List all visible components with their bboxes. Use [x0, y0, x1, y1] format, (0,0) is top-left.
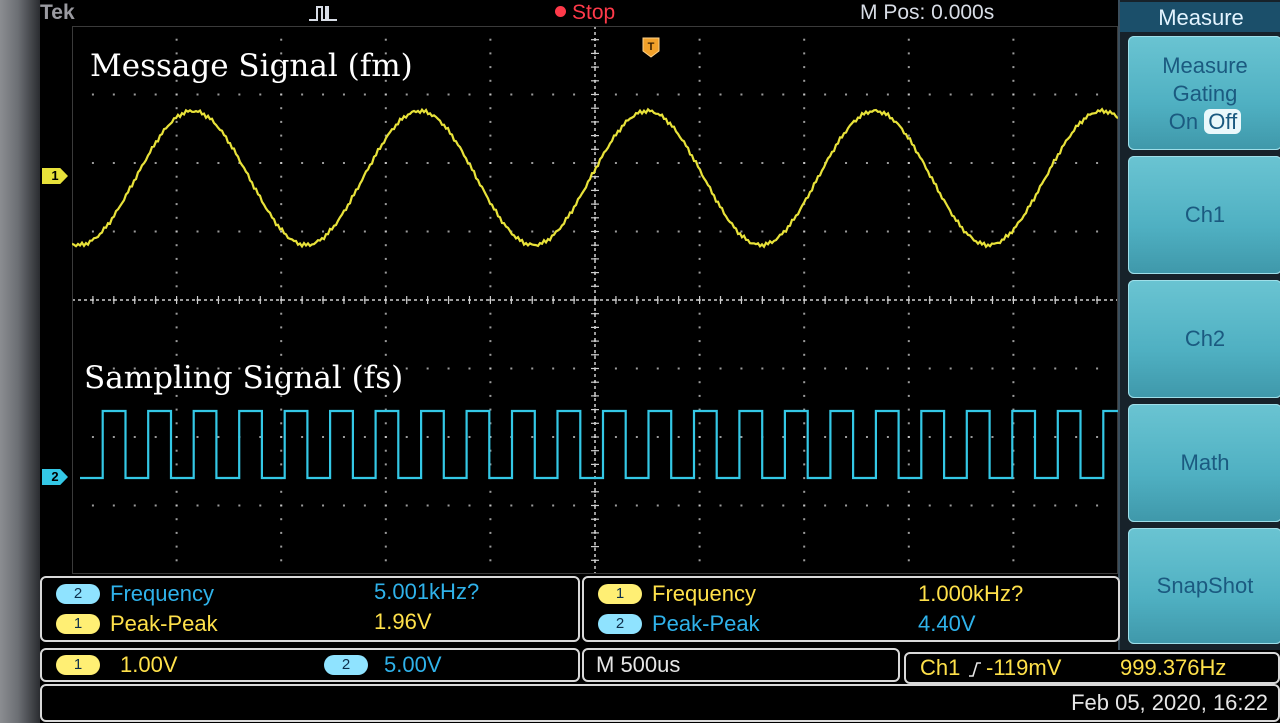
timebase-readout[interactable]: M 500us: [596, 652, 680, 678]
message-signal-label: Message Signal (fm): [90, 48, 413, 84]
channel-badge: 2: [56, 584, 100, 604]
ch2-scale-badge: 2: [324, 655, 368, 675]
trigger-level[interactable]: -119mV: [986, 655, 1061, 681]
measurement-name: Frequency: [652, 581, 756, 606]
measurement-value: 5.001kHz?: [374, 579, 480, 604]
date-time: Feb 05, 2020, 16:22: [1071, 690, 1268, 715]
channel-badge: 1: [56, 614, 100, 634]
ch2-scale[interactable]: 5.00V: [384, 652, 442, 678]
ch1-scale[interactable]: 1.00V: [120, 652, 178, 678]
measurement-name: Peak-Peak: [652, 611, 760, 636]
ch2-waveform: [80, 409, 1118, 480]
gating-off-option[interactable]: Off: [1204, 109, 1242, 134]
measurement-value: 1.96V: [374, 609, 432, 634]
measurement-panel-right: 1 Frequency 1.000kHz? 2 Peak-Peak 4.40V: [582, 576, 1120, 642]
snapshot-button[interactable]: SnapShot: [1128, 528, 1280, 644]
channel-badge: 2: [598, 614, 642, 634]
gating-label-line2: Gating: [1172, 81, 1238, 106]
svg-text:T: T: [648, 41, 655, 53]
trigger-type-icon: [309, 6, 337, 21]
sampling-signal-label: Sampling Signal (fs): [84, 360, 404, 396]
vertical-scale-panel: 1 1.00V 2 5.00V: [40, 648, 580, 682]
scope-bezel: [0, 0, 40, 723]
trigger-panel: Ch1 -119mV 999.376Hz: [904, 652, 1280, 684]
trigger-frequency: 999.376Hz: [1120, 655, 1227, 680]
rising-edge-icon: [969, 662, 981, 677]
top-status-bar: Tek Stop M Pos: 0.000s: [40, 0, 1118, 26]
trigger-position-marker: T: [642, 37, 660, 58]
brand-label: Tek: [40, 1, 75, 24]
measurement-value: 4.40V: [918, 611, 976, 636]
math-measure-button[interactable]: Math: [1128, 404, 1280, 522]
date-bar: Feb 05, 2020, 16:22: [40, 684, 1280, 722]
menu-title: Measure: [1120, 2, 1280, 32]
graticule: [72, 26, 1118, 574]
measurement-panel-left: 2 Frequency 5.001kHz? 1 Peak-Peak 1.96V: [40, 576, 580, 642]
channel-badge: 1: [598, 584, 642, 604]
measurement-name: Frequency: [110, 581, 214, 606]
horizontal-position-readout: M Pos: 0.000s: [860, 1, 995, 24]
measure-menu: Measure Measure Gating On Off Ch1 Ch2 Ma…: [1118, 0, 1280, 650]
ch1-scale-badge: 1: [56, 655, 100, 675]
ch2-measure-button[interactable]: Ch2: [1128, 280, 1280, 398]
measurement-value: 1.000kHz?: [918, 581, 1024, 606]
gating-label-line1: Measure: [1162, 53, 1248, 78]
gating-on-option[interactable]: On: [1169, 109, 1198, 134]
ch1-measure-button[interactable]: Ch1: [1128, 156, 1280, 274]
measure-gating-button[interactable]: Measure Gating On Off: [1128, 36, 1280, 150]
graticule-grid: [72, 26, 1118, 574]
timebase-panel: M 500us: [582, 648, 900, 682]
measurement-name: Peak-Peak: [110, 611, 218, 636]
acquisition-state: Stop: [555, 1, 615, 25]
trigger-source[interactable]: Ch1: [920, 655, 960, 681]
